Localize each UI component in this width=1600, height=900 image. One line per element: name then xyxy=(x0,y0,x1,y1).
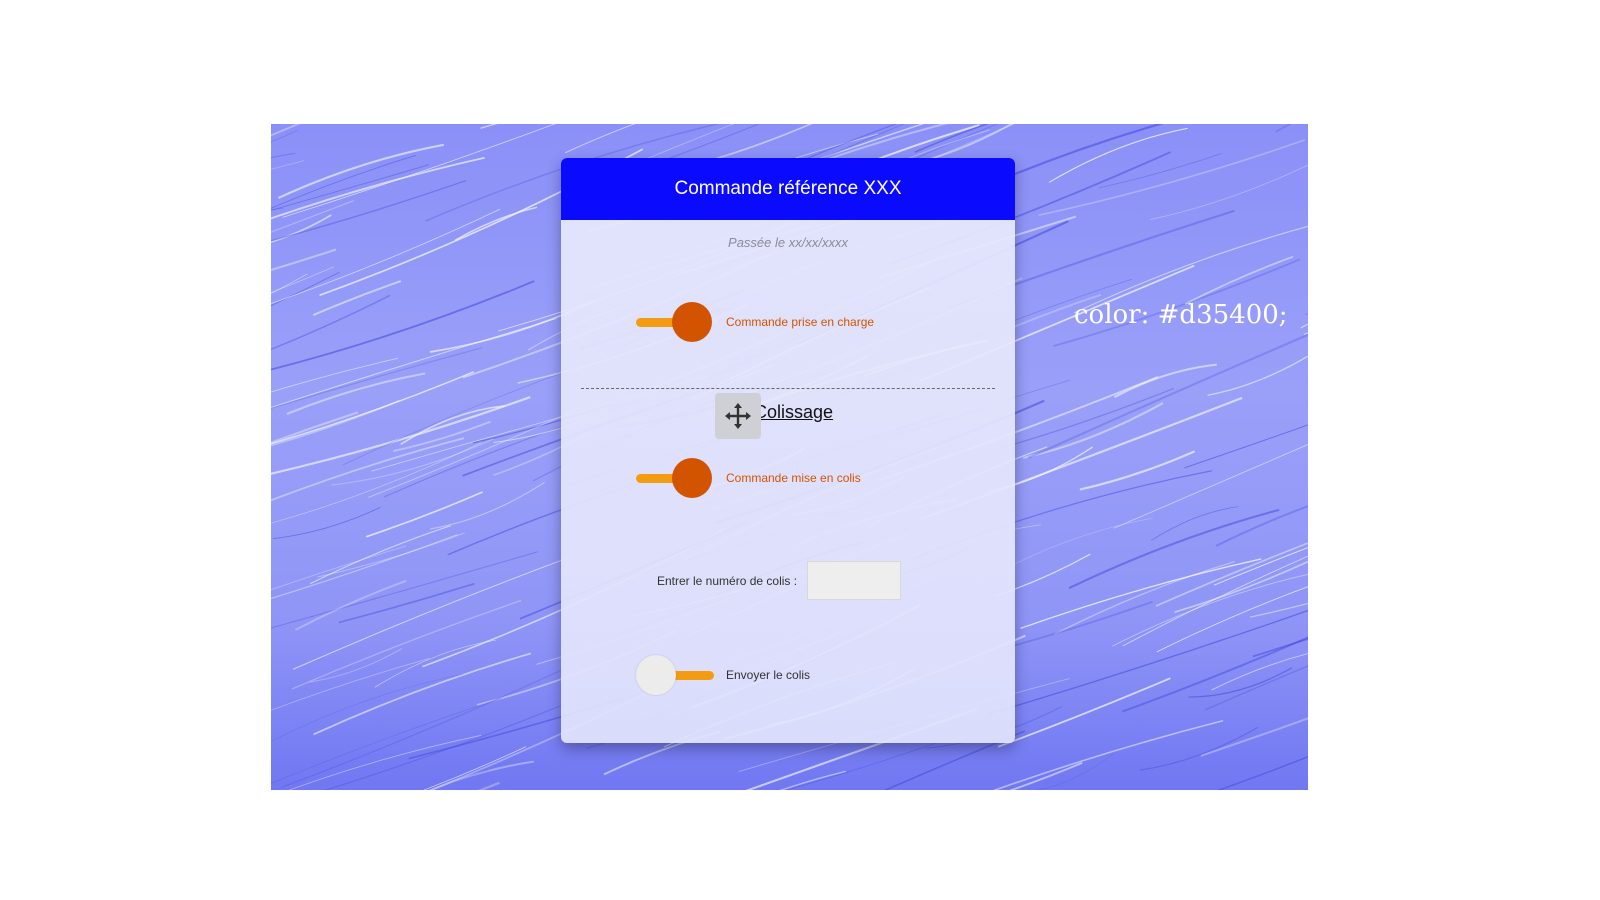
parcel-number-row: Entrer le numéro de colis : xyxy=(657,561,902,600)
section-divider xyxy=(581,388,995,389)
order-date: Passée le xx/xx/xxxx xyxy=(728,235,848,250)
toggle-order-taken[interactable] xyxy=(636,302,712,342)
color-note: color: #d35400; xyxy=(1074,300,1288,330)
step-send-row: Envoyer le colis xyxy=(636,655,810,695)
toggle-send-parcel[interactable] xyxy=(636,655,714,695)
toggle-order-taken-label: Commande prise en charge xyxy=(726,315,875,329)
move-arrows-icon xyxy=(725,403,751,429)
step-packed-row: Commande mise en colis xyxy=(636,458,861,498)
toggle-order-packed[interactable] xyxy=(636,458,712,498)
toggle-send-parcel-label: Envoyer le colis xyxy=(726,668,811,682)
toggle-knob[interactable] xyxy=(672,302,712,342)
order-card: Commande référence XXX Passée le xx/xx/x… xyxy=(561,158,1015,743)
parcel-number-input[interactable] xyxy=(807,561,902,600)
card-header: Commande référence XXX xyxy=(561,158,1015,220)
parcel-number-label: Entrer le numéro de colis : xyxy=(657,573,798,588)
toggle-order-packed-label: Commande mise en colis xyxy=(726,471,861,485)
order-title: Commande référence XXX xyxy=(674,178,902,199)
toggle-knob[interactable] xyxy=(672,458,712,498)
packing-section-title: Colissage xyxy=(754,402,834,422)
toggle-knob[interactable] xyxy=(636,655,676,695)
step-taken-row: Commande prise en charge xyxy=(636,302,874,342)
move-handle[interactable] xyxy=(715,393,761,439)
